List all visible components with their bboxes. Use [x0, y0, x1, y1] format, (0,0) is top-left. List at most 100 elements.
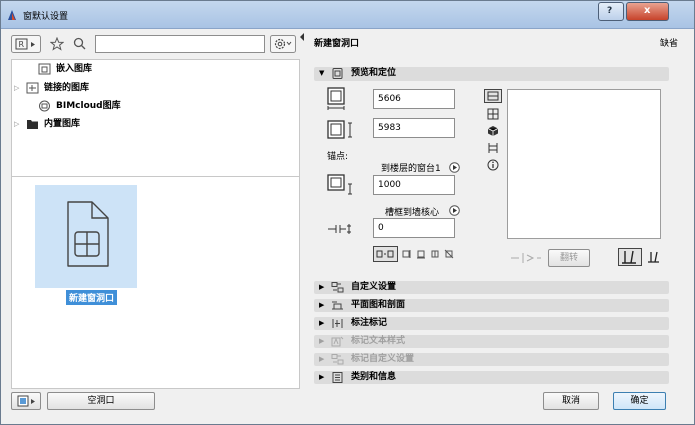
library-item-tile[interactable] — [35, 185, 137, 288]
width-icon — [327, 87, 345, 110]
app-icon — [8, 10, 16, 20]
add-opening-button[interactable] — [11, 392, 41, 410]
window: 窗默认设置 ? x R 嵌入图库 ▷ 链接的图库 BIMcloud图库 ▷ 内置… — [0, 0, 695, 425]
section-label: 标记文本样式 — [351, 336, 406, 346]
close-button[interactable]: x — [626, 2, 669, 21]
sill-reference-label: 到楼层的窗台1 — [381, 164, 441, 174]
library-manager-icon[interactable]: R — [11, 35, 41, 53]
tree-item-bimcloud-library[interactable]: BIMcloud图库 — [26, 99, 286, 113]
expand-triangle-icon: ▶ — [319, 373, 325, 381]
mirror-opening-icon — [511, 253, 541, 263]
expand-triangle-icon: ▶ — [319, 301, 325, 309]
section-preview-positioning[interactable]: ▼ 预览和定位 — [314, 67, 669, 81]
search-icon[interactable] — [73, 37, 86, 50]
collapse-triangle-icon: ▼ — [319, 69, 325, 77]
library-toolbar: R — [11, 29, 300, 59]
dialog-footer: 取消 确定 — [306, 389, 686, 415]
empty-opening-button[interactable]: 空洞口 — [47, 392, 155, 410]
anchor-option-4-icon[interactable] — [430, 249, 440, 259]
embedded-library-icon — [38, 63, 51, 75]
elevation-view-icon[interactable] — [484, 89, 502, 103]
section-dimension-marker[interactable]: ▶ 标注标记 — [314, 317, 669, 330]
ok-button[interactable]: 确定 — [613, 392, 666, 410]
sill-height-input[interactable]: 1000 — [373, 175, 455, 195]
cancel-button[interactable]: 取消 — [543, 392, 599, 410]
door-side-active-icon[interactable] — [618, 248, 642, 266]
marker-text-style-icon — [331, 336, 344, 347]
selection-label: 缺省 — [659, 39, 678, 49]
section-label: 标注标记 — [351, 318, 388, 328]
section-label: 预览和定位 — [351, 68, 397, 78]
height-icon — [327, 120, 352, 139]
marker-custom-settings-icon — [331, 354, 344, 365]
folder-icon — [27, 120, 38, 129]
help-icon: ? — [607, 6, 613, 16]
anchor-label: 锚点: — [327, 152, 349, 162]
door-side-icon[interactable] — [647, 250, 661, 264]
height-input[interactable]: 5983 — [373, 118, 455, 138]
library-footer: 空洞口 — [11, 389, 300, 415]
anchor-option-active-icon[interactable] — [373, 246, 398, 262]
section-floor-plan[interactable]: ▶ 平面图和剖面 — [314, 299, 669, 312]
anchor-options — [373, 246, 461, 262]
reveal-reference-dropdown-icon[interactable] — [449, 205, 460, 216]
section-custom-settings[interactable]: ▶ 自定义设置 — [314, 281, 669, 294]
add-opening-icon — [17, 395, 35, 407]
library-item-label[interactable]: 新建窗洞口 — [66, 290, 118, 305]
expand-arrow-icon[interactable]: ▷ — [14, 81, 22, 95]
section-label: 类别和信息 — [351, 372, 397, 382]
floor-plan-icon — [332, 301, 343, 310]
expand-triangle-icon: ▶ — [319, 337, 325, 345]
preview-view-tools — [484, 89, 502, 189]
anchor-option-5-icon[interactable] — [444, 249, 454, 259]
tree-item-label: BIMcloud图库 — [56, 101, 121, 111]
settings-panel: 新建窗洞口 缺省 ▼ 预览和定位 5606 5983 锚点: 到楼层的窗台1 1… — [306, 29, 686, 415]
bimcloud-icon — [39, 100, 50, 112]
section-label: 自定义设置 — [351, 282, 397, 292]
close-icon: x — [644, 5, 651, 16]
tree-item-embedded-library[interactable]: 嵌入图库 — [26, 62, 286, 76]
width-input[interactable]: 5606 — [373, 89, 455, 109]
preview-section-icon — [332, 68, 343, 79]
custom-settings-icon — [331, 282, 344, 293]
plan-view-icon[interactable] — [487, 108, 499, 120]
svg-text:R: R — [19, 40, 25, 49]
classification-icon — [332, 372, 343, 383]
favorites-star-icon[interactable] — [50, 37, 64, 51]
sill-height-icon — [327, 174, 352, 195]
anchor-option-2-icon[interactable] — [402, 249, 412, 259]
library-panel: R 嵌入图库 ▷ 链接的图库 BIMcloud图库 ▷ 内置图库 新建窗洞口 空… — [11, 29, 300, 415]
tree-item-linked-library[interactable]: ▷ 链接的图库 — [14, 81, 286, 95]
3d-view-icon[interactable] — [487, 125, 499, 137]
section-label: 平面图和剖面 — [351, 300, 406, 310]
tree-item-builtin-library[interactable]: ▷ 内置图库 — [14, 117, 286, 131]
help-button[interactable]: ? — [598, 2, 624, 21]
expand-triangle-icon: ▶ — [319, 355, 325, 363]
expand-arrow-icon[interactable]: ▷ — [14, 117, 22, 131]
reveal-depth-icon — [328, 224, 351, 234]
settings-title: 新建窗洞口 — [314, 39, 360, 49]
info-icon[interactable] — [487, 159, 499, 171]
section-view-icon[interactable] — [487, 142, 499, 154]
section-marker-custom-settings: ▶ 标记自定义设置 — [314, 353, 669, 366]
expand-triangle-icon: ▶ — [319, 283, 325, 291]
window-title: 窗默认设置 — [23, 12, 69, 22]
library-item-grid: 新建窗洞口 — [11, 176, 300, 389]
expand-triangle-icon: ▶ — [319, 319, 325, 327]
tree-item-label: 链接的图库 — [44, 83, 90, 93]
section-label: 标记自定义设置 — [351, 354, 415, 364]
section-classification-info[interactable]: ▶ 类别和信息 — [314, 371, 669, 384]
preview-canvas[interactable] — [507, 89, 661, 239]
tree-item-label: 嵌入图库 — [56, 64, 93, 74]
dimension-marker-icon — [332, 319, 343, 328]
reveal-depth-input[interactable]: 0 — [373, 218, 455, 238]
search-input[interactable] — [95, 35, 265, 53]
linked-library-icon — [26, 82, 39, 94]
section-marker-text-style: ▶ 标记文本样式 — [314, 335, 669, 348]
mirror-button[interactable]: 翻转 — [548, 249, 590, 267]
sill-reference-dropdown-icon[interactable] — [449, 162, 460, 173]
title-bar: 窗默认设置 ? x — [1, 1, 694, 29]
reveal-reference-label: 槽框到墙核心 — [385, 208, 440, 218]
anchor-option-3-icon[interactable] — [416, 249, 426, 259]
settings-gear-icon[interactable] — [270, 35, 296, 53]
